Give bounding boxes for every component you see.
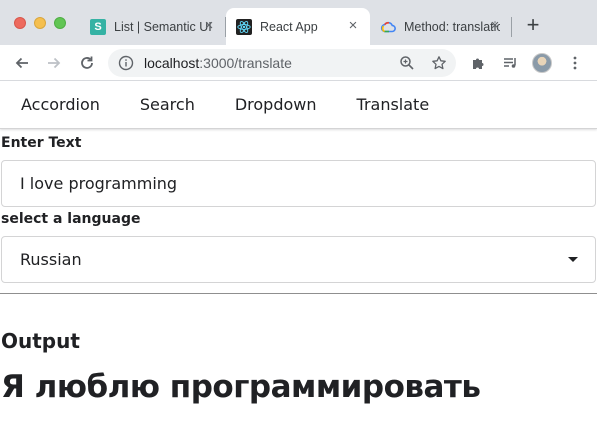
text-input[interactable]: I love programming: [1, 160, 596, 207]
more-menu-icon[interactable]: [564, 52, 586, 74]
new-tab-button[interactable]: +: [522, 14, 544, 37]
close-tab-icon[interactable]: ×: [202, 18, 216, 33]
close-window-button[interactable]: [14, 17, 26, 29]
forward-arrow-icon[interactable]: [43, 52, 65, 74]
back-arrow-icon[interactable]: [11, 52, 33, 74]
site-info-icon[interactable]: [118, 55, 134, 71]
close-tab-icon[interactable]: ×: [346, 18, 360, 33]
select-language-label: select a language: [1, 211, 141, 227]
translated-text: Я люблю программировать: [1, 369, 481, 405]
google-cloud-favicon-icon: [380, 19, 396, 35]
zoom-icon[interactable]: [396, 52, 418, 74]
minimize-window-button[interactable]: [34, 17, 46, 29]
language-dropdown[interactable]: Russian: [1, 236, 596, 283]
close-tab-icon[interactable]: ×: [488, 18, 502, 33]
url-text: localhost:3000/translate: [144, 55, 292, 71]
profile-avatar[interactable]: [532, 53, 552, 73]
media-queue-icon[interactable]: [499, 52, 521, 74]
output-heading: Output: [1, 329, 80, 353]
text-input-value: I love programming: [20, 174, 178, 193]
enter-text-label: Enter Text: [1, 135, 82, 151]
browser-tab-bar: S List | Semantic UI × React App × Metho…: [0, 0, 597, 45]
browser-tab-react-app[interactable]: React App ×: [226, 8, 370, 45]
browser-toolbar: localhost:3000/translate: [0, 45, 597, 81]
menu-item-translate[interactable]: Translate: [337, 81, 450, 129]
bookmark-star-icon[interactable]: [428, 52, 450, 74]
tab-separator: [511, 17, 512, 37]
divider: [0, 293, 597, 294]
tab-title: List | Semantic UI: [114, 19, 212, 34]
address-bar[interactable]: localhost:3000/translate: [108, 49, 456, 77]
browser-tab-method-translations[interactable]: Method: translations ×: [370, 8, 512, 45]
page-content: Accordion Search Dropdown Translate Ente…: [0, 81, 597, 447]
language-dropdown-value: Russian: [20, 250, 82, 269]
tab-title: Method: translations: [404, 19, 500, 34]
dropdown-caret-icon: [568, 257, 578, 262]
url-path: :3000/translate: [199, 55, 292, 71]
browser-tab-semantic-ui[interactable]: S List | Semantic UI ×: [80, 8, 226, 45]
extensions-puzzle-icon[interactable]: [467, 52, 489, 74]
semantic-ui-favicon-icon: S: [90, 18, 106, 35]
reload-icon[interactable]: [76, 52, 98, 74]
url-host: localhost: [144, 55, 200, 71]
react-favicon-icon: [236, 18, 252, 35]
tab-title: React App: [260, 19, 318, 34]
menu-item-search[interactable]: Search: [120, 81, 215, 129]
top-menu: Accordion Search Dropdown Translate: [0, 81, 597, 129]
maximize-window-button[interactable]: [54, 17, 66, 29]
menu-item-dropdown[interactable]: Dropdown: [215, 81, 337, 129]
menu-item-accordion[interactable]: Accordion: [0, 81, 120, 129]
